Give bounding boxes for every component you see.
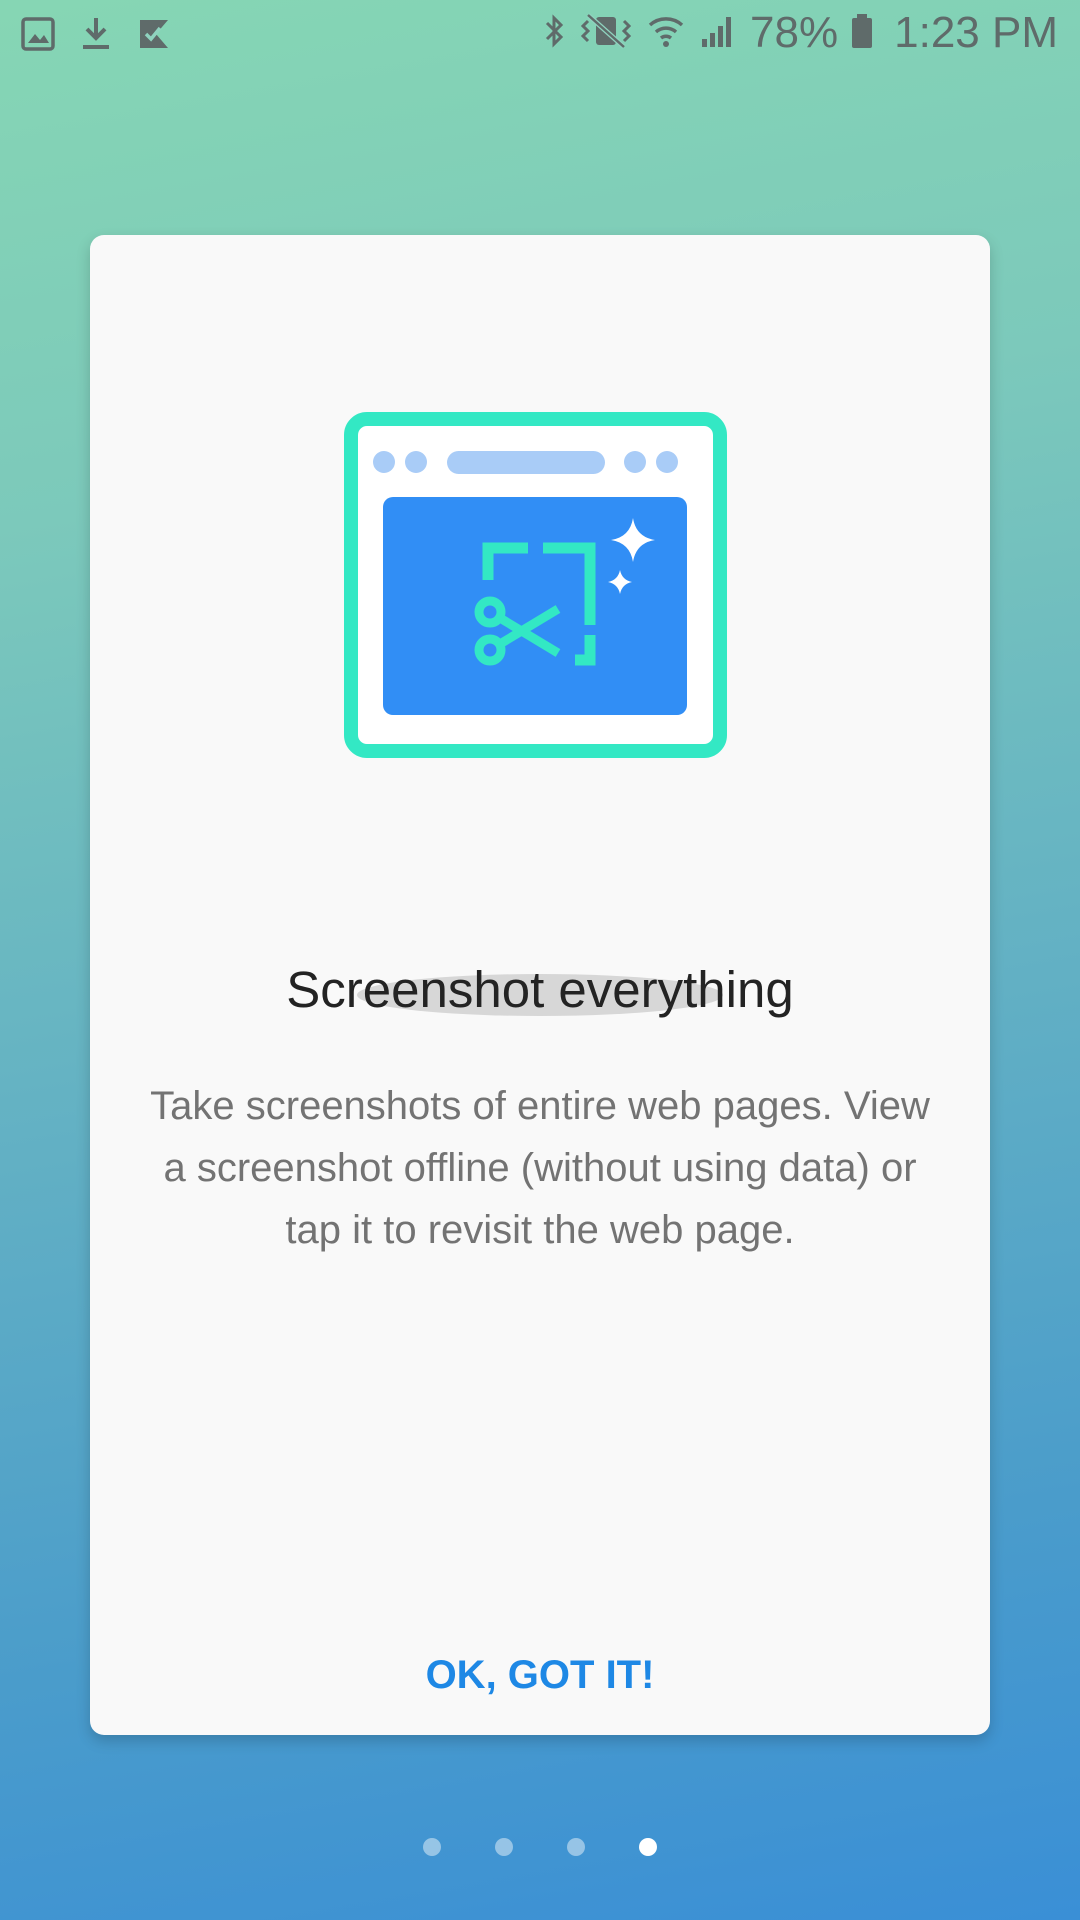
onboarding-card: Screenshot everything Take screenshots o… [90, 235, 990, 1735]
browser-dot [624, 451, 646, 473]
bluetooth-icon [542, 11, 566, 56]
clock: 1:23 PM [894, 8, 1058, 57]
page-indicator [0, 1838, 1080, 1856]
browser-dot [373, 451, 395, 473]
page-dot-4-active[interactable] [639, 1838, 657, 1856]
status-bar: 78% 1:23 PM [0, 0, 1080, 76]
tasks-check-icon [136, 14, 172, 59]
wifi-icon [646, 11, 686, 56]
browser-dot [405, 451, 427, 473]
page-dot-2[interactable] [495, 1838, 513, 1856]
gallery-icon [20, 14, 56, 59]
page-dot-3[interactable] [567, 1838, 585, 1856]
page-dot-1[interactable] [423, 1838, 441, 1856]
download-icon [78, 14, 114, 59]
card-description: Take screenshots of entire web pages. Vi… [150, 1084, 930, 1252]
browser-address-bar [447, 451, 605, 474]
battery-percent: 78% [750, 8, 839, 57]
browser-screen [383, 497, 687, 715]
browser-dot [656, 451, 678, 473]
notification-icons [20, 14, 172, 59]
card-title: Screenshot everything [286, 961, 794, 1018]
system-status: 78% 1:23 PM [542, 8, 1058, 58]
ok-got-it-button[interactable]: OK, GOT IT! [340, 1635, 740, 1715]
battery-icon [850, 11, 874, 56]
vibrate-mute-icon [578, 11, 634, 56]
cellular-signal-icon [698, 11, 738, 56]
